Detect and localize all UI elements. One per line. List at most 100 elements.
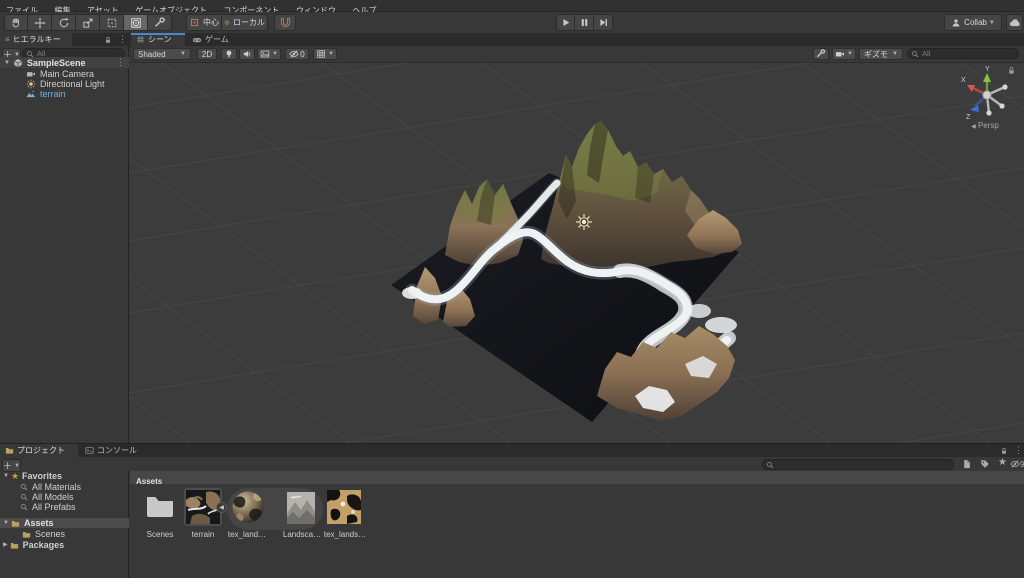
scene-visibility-toggle[interactable]: 0 [285, 48, 309, 60]
scene-viewport[interactable]: Y X Z ◀ Persp [129, 63, 1024, 443]
persp-toggle[interactable]: ◀ Persp [949, 121, 1021, 130]
asset-landscape-thumbnail[interactable] [287, 492, 315, 524]
tab-project[interactable]: プロジェクト [0, 444, 78, 457]
collapse-subassets-icon[interactable]: ◀ [216, 502, 227, 513]
star-icon: ★ [11, 471, 19, 482]
menu-bar: ファイル 編集 アセット ゲームオブジェクト コンポーネント ウィンドウ ヘルプ [0, 0, 1024, 12]
axis-x-label: X [961, 77, 966, 84]
console-icon [85, 446, 94, 455]
asset-label[interactable]: Scenes [138, 530, 182, 540]
custom-tool-button[interactable] [148, 14, 172, 31]
folder-icon [5, 446, 14, 455]
gizmos-dropdown[interactable]: ギズモ▼ [859, 48, 903, 60]
search-by-label-icon[interactable] [980, 459, 990, 469]
pivot-toggle-button[interactable]: 中心 [186, 14, 222, 31]
wrench-icon [816, 49, 826, 59]
asset-terrain-thumbnail[interactable] [186, 490, 220, 524]
assets-breadcrumb-bar: Assets [130, 471, 1024, 485]
kebab-menu-icon[interactable]: ⋮ [1014, 446, 1023, 455]
terrain-icon [26, 89, 36, 99]
foldout-icon[interactable]: ▼ [4, 60, 10, 66]
folder-icon [11, 519, 20, 528]
shading-mode-dropdown[interactable]: Shaded▼ [133, 48, 191, 60]
left-arrow-icon: ◀ [971, 124, 976, 130]
tree-assets[interactable]: ▼ Assets [0, 518, 129, 528]
scene-view-toolbar: Shaded▼ 2D ▼ 0 ▼ ▼ ギズモ▼ All [129, 46, 1024, 63]
rotate-tool-button[interactable] [52, 14, 76, 31]
tab-game[interactable]: ゲーム [187, 33, 241, 46]
eye-slash-icon [1010, 459, 1020, 469]
scene-lighting-toggle[interactable] [221, 48, 237, 60]
grid-snap-button[interactable] [274, 14, 296, 31]
light-icon [26, 79, 36, 89]
game-tab-icon [192, 35, 202, 45]
camera-icon [835, 49, 845, 59]
scene-search-input[interactable]: All [907, 48, 1019, 59]
asset-label[interactable]: tex_land… [224, 530, 270, 540]
tree-all-models[interactable]: All Models [0, 492, 129, 502]
scale-tool-button[interactable] [76, 14, 100, 31]
grid-visual-dropdown[interactable]: ▼ [313, 48, 337, 60]
search-icon [20, 493, 28, 501]
tree-all-prefabs[interactable]: All Prefabs [0, 502, 129, 512]
chevron-down-icon: ▼ [989, 20, 995, 26]
collab-button[interactable]: Collab▼ [944, 14, 1002, 31]
hierarchy-row-scene[interactable]: ▼ SampleScene ⋮ [0, 57, 129, 68]
axis-y-label: Y [985, 66, 990, 73]
asset-material-sphere-thumbnail[interactable] [231, 490, 265, 524]
asset-folder-scenes[interactable] [143, 490, 177, 522]
2d-toggle[interactable]: 2D [197, 48, 217, 60]
lock-icon[interactable] [104, 36, 112, 44]
tree-packages[interactable]: ▶ Packages [0, 540, 129, 550]
list-icon: ≡ [5, 35, 10, 44]
folder-icon [22, 530, 31, 539]
editor-tools-button[interactable] [813, 48, 829, 60]
search-icon [20, 503, 28, 511]
asset-label[interactable]: tex_lands… [321, 530, 369, 540]
hidden-packages-toggle[interactable]: 9 [1010, 459, 1024, 469]
project-tree: ▼ ★ Favorites All Materials All Models A… [0, 471, 129, 578]
hierarchy-panel: ≡ ヒエラルキー ⋮ ＋▼ All ▼ SampleScene ⋮ Main C… [0, 33, 129, 443]
tree-scenes[interactable]: Scenes [0, 529, 129, 539]
scene-effects-dropdown[interactable]: ▼ [257, 48, 281, 60]
folder-icon [10, 541, 19, 550]
speaker-icon [242, 49, 252, 59]
lock-icon[interactable] [1000, 447, 1008, 455]
lock-icon[interactable] [1007, 66, 1016, 75]
pause-button[interactable] [575, 14, 594, 31]
tab-scene[interactable]: シーン [131, 33, 185, 46]
cloud-services-button[interactable] [1006, 14, 1023, 31]
search-icon [20, 483, 28, 491]
save-search-star-icon[interactable]: ★ [998, 457, 1007, 468]
active-tab-indicator [131, 33, 185, 35]
kebab-menu-icon[interactable]: ⋮ [116, 58, 125, 67]
search-icon [911, 50, 919, 58]
kebab-menu-icon[interactable]: ⋮ [118, 35, 127, 44]
step-button[interactable] [594, 14, 613, 31]
asset-label[interactable]: terrain [181, 530, 225, 540]
eye-slash-icon [289, 49, 299, 59]
scene-3d-render [129, 63, 1024, 443]
tab-console[interactable]: コンソール [80, 444, 146, 457]
rect-tool-button[interactable] [100, 14, 124, 31]
tree-favorites[interactable]: ▼ ★ Favorites [0, 471, 129, 481]
image-icon [260, 49, 270, 59]
bulb-icon [224, 49, 234, 59]
project-panel: プロジェクト コンソール ⋮ ＋▼ ★ 9 ▼ ★ Favorites All … [0, 443, 1024, 577]
camera-settings-dropdown[interactable]: ▼ [832, 48, 856, 60]
space-toggle-button[interactable]: ローカル [222, 14, 268, 31]
hand-tool-button[interactable] [4, 14, 28, 31]
transform-tool-button[interactable] [124, 14, 148, 31]
move-tool-button[interactable] [28, 14, 52, 31]
hierarchy-row-terrain[interactable]: terrain [0, 88, 129, 99]
tree-all-materials[interactable]: All Materials [0, 482, 129, 492]
tab-hierarchy[interactable]: ≡ ヒエラルキー [0, 33, 72, 46]
search-by-type-icon[interactable] [962, 459, 972, 469]
project-search-input[interactable] [762, 459, 954, 470]
play-button[interactable] [556, 14, 575, 31]
person-icon [951, 18, 961, 28]
asset-texture-thumbnail[interactable] [327, 490, 361, 524]
axis-z-label: Z [966, 114, 971, 121]
asset-label[interactable]: Landsca… [279, 530, 325, 540]
scene-audio-toggle[interactable] [239, 48, 255, 60]
